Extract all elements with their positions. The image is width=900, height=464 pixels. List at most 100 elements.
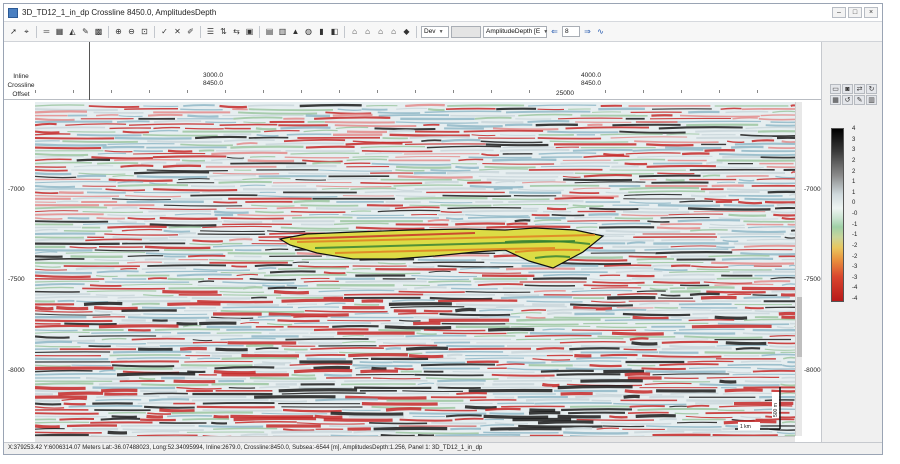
reflector-segment xyxy=(603,152,625,157)
reflector-segment xyxy=(259,386,290,389)
reflector-segment xyxy=(361,108,388,111)
horizontal-icon[interactable]: ⇆ xyxy=(231,26,242,37)
depth-label-right: -8000 xyxy=(804,367,821,374)
reflector-segment xyxy=(687,360,734,363)
seismic-plot-area[interactable]: -7000 -7500 -8000 -7000 -7500 -8000 1 km… xyxy=(4,100,821,442)
reflector-segment xyxy=(190,185,236,188)
grid-icon[interactable]: ▦ xyxy=(54,26,65,37)
reflector-segment xyxy=(146,414,164,419)
reflector-segment xyxy=(624,389,653,394)
bars-icon[interactable]: ▮ xyxy=(316,26,327,37)
reflector-segment xyxy=(293,199,330,204)
ruler-icon[interactable]: ═ xyxy=(41,26,52,37)
close-button[interactable]: × xyxy=(864,7,878,18)
header-label-inline: Inline xyxy=(13,73,29,80)
reflector-segment xyxy=(35,185,76,189)
reflector-segment xyxy=(461,209,538,213)
frame-icon[interactable]: ▣ xyxy=(244,26,255,37)
reflector-segment xyxy=(420,363,496,367)
reflector-segment xyxy=(148,210,212,213)
house2-icon[interactable]: ⌂ xyxy=(362,26,373,37)
reflector-segment xyxy=(268,312,349,317)
folder-open-icon[interactable]: ▭ xyxy=(830,84,841,94)
reflector-segment xyxy=(734,142,795,146)
reflector-segment xyxy=(652,264,671,267)
reflector-segment xyxy=(279,328,314,331)
house4-icon[interactable]: ⌂ xyxy=(388,26,399,37)
zoom-in-icon[interactable]: ⊕ xyxy=(113,26,124,37)
page-icon[interactable]: ▤ xyxy=(264,26,275,37)
reflector-segment xyxy=(35,248,93,252)
house3-icon[interactable]: ⌂ xyxy=(375,26,386,37)
reflector-segment xyxy=(510,325,591,328)
reflector-segment xyxy=(76,158,111,162)
zoom-fit-icon[interactable]: ⊡ xyxy=(139,26,150,37)
reflector-segment xyxy=(231,265,248,268)
reflector-segment xyxy=(565,367,632,371)
brush-icon[interactable]: ✐ xyxy=(185,26,196,37)
vertical-icon[interactable]: ⇅ xyxy=(218,26,229,37)
save-icon[interactable]: ◙ xyxy=(842,84,853,94)
attribute-dropdown-value: AmplitudeDepth [E xyxy=(486,27,541,35)
reflector-segment xyxy=(629,405,665,408)
shape-icon[interactable]: ◭ xyxy=(67,26,78,37)
reflector-segment xyxy=(153,188,238,192)
reflector-segment xyxy=(732,270,795,274)
zoom-out-icon[interactable]: ⊖ xyxy=(126,26,137,37)
reflector-segment xyxy=(205,121,237,124)
reflector-segment xyxy=(447,207,522,210)
reflector-segment xyxy=(601,222,651,226)
reflector-segment xyxy=(35,110,88,114)
reflector-segment xyxy=(637,407,718,412)
reflector-segment xyxy=(623,348,657,351)
dropper-icon[interactable]: ✎ xyxy=(80,26,91,37)
link-button[interactable]: ∿ xyxy=(595,26,606,37)
chart-icon[interactable]: ▥ xyxy=(866,95,877,105)
refresh-icon[interactable]: ↻ xyxy=(866,84,877,94)
prev-arrow-button[interactable]: ⇐ xyxy=(549,26,560,37)
reflector-segment xyxy=(567,220,641,222)
reflector-segment xyxy=(354,303,380,306)
pointer-icon[interactable]: ➚ xyxy=(8,26,19,37)
reflector-segment xyxy=(547,130,619,134)
attribute-dropdown[interactable]: AmplitudeDepth [E ▼ xyxy=(483,25,548,38)
reflector-segment xyxy=(563,178,633,182)
diamond-icon[interactable]: ◆ xyxy=(401,26,412,37)
dev-dropdown[interactable]: Dev ▼ xyxy=(421,25,449,38)
vertical-scrollbar[interactable] xyxy=(795,102,802,436)
vertical-scroll-thumb[interactable] xyxy=(797,297,802,357)
reset-icon[interactable]: ↺ xyxy=(842,95,853,105)
reflector-segment xyxy=(500,295,573,300)
house-icon[interactable]: ⌂ xyxy=(349,26,360,37)
list-icon[interactable]: ☰ xyxy=(205,26,216,37)
reflector-segment xyxy=(35,122,57,127)
edit-icon[interactable]: ✎ xyxy=(854,95,865,105)
table-icon[interactable]: ▥ xyxy=(277,26,288,37)
step-input[interactable]: 8 xyxy=(562,26,580,37)
cross-icon[interactable]: ✕ xyxy=(172,26,183,37)
panel-icon[interactable]: ◧ xyxy=(329,26,340,37)
lock-icon[interactable]: ▲ xyxy=(290,26,301,37)
swap-icon[interactable]: ⇄ xyxy=(854,84,865,94)
reflector-segment xyxy=(147,113,183,117)
reflector-segment xyxy=(378,344,438,347)
reflector-segment xyxy=(646,164,716,168)
header-tick-mark xyxy=(453,90,454,93)
grid-small-icon[interactable]: ▦ xyxy=(830,95,841,105)
check-icon[interactable]: ✓ xyxy=(159,26,170,37)
title-bar[interactable]: 3D_TD12_1_in_dp Crossline 8450.0, Amplit… xyxy=(4,4,882,22)
reflector-segment xyxy=(751,139,775,143)
seismic-section[interactable]: 1 km 500 m xyxy=(35,102,795,436)
colorbar-label: 1 xyxy=(852,189,856,196)
reflector-segment xyxy=(364,334,405,338)
reflector-segment xyxy=(636,290,666,293)
minimize-button[interactable]: – xyxy=(832,7,846,18)
reflector-segment xyxy=(85,376,130,381)
reflector-segment xyxy=(399,418,453,422)
maximize-button[interactable]: □ xyxy=(848,7,862,18)
reflector-segment xyxy=(441,138,481,143)
next-arrow-button[interactable]: ⇒ xyxy=(582,26,593,37)
database-icon[interactable]: ◍ xyxy=(303,26,314,37)
zoom-cursor-icon[interactable]: ⌖ xyxy=(21,26,32,37)
pattern-icon[interactable]: ▩ xyxy=(93,26,104,37)
